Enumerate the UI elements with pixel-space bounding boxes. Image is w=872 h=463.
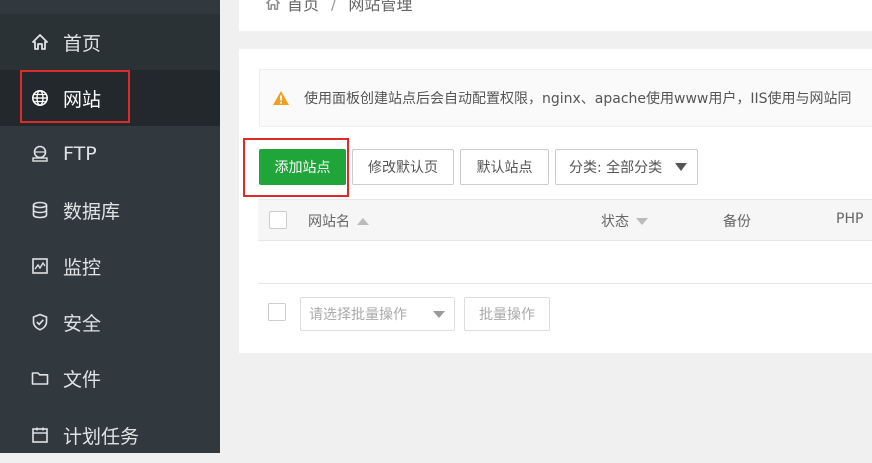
- column-backup: 备份: [723, 211, 751, 231]
- batch-select-placeholder: 请选择批量操作: [309, 307, 407, 323]
- ftp-icon: [30, 144, 50, 164]
- sidebar-item-monitor[interactable]: 监控: [0, 238, 220, 294]
- home-icon: [265, 0, 281, 11]
- sidebar-item-files[interactable]: 文件: [0, 350, 220, 406]
- breadcrumb-home[interactable]: 首页: [287, 0, 319, 15]
- sidebar-item-database[interactable]: 数据库: [0, 182, 220, 238]
- warning-icon: [272, 90, 290, 106]
- dropdown-arrow-icon: [675, 163, 687, 171]
- breadcrumb: 首页 / 网站管理: [265, 0, 412, 15]
- table-header: 网站名 状态 备份 PHP: [258, 199, 872, 241]
- sidebar: 首页 网站 FTP 数据库 监控 安全 文件 计划任务: [0, 0, 220, 453]
- notice-text: 使用面板创建站点后会自动配置权限，nginx、apache使用www用户，IIS…: [304, 91, 852, 107]
- sidebar-item-ftp[interactable]: FTP: [0, 126, 220, 182]
- batch-select-checkbox[interactable]: [268, 303, 286, 321]
- column-label: 状态: [601, 214, 629, 230]
- sidebar-item-label: 计划任务: [63, 425, 140, 448]
- sidebar-item-label: FTP: [63, 143, 97, 165]
- dropdown-arrow-icon: [433, 311, 445, 318]
- sidebar-item-website[interactable]: 网站: [0, 70, 220, 126]
- breadcrumb-current: 网站管理: [348, 0, 413, 14]
- category-select[interactable]: 分类: 全部分类: [555, 149, 698, 185]
- column-label: 网站名: [308, 214, 350, 230]
- sidebar-item-label: 首页: [63, 32, 102, 55]
- batch-operation-select[interactable]: 请选择批量操作: [300, 297, 455, 331]
- edit-default-page-button[interactable]: 修改默认页: [352, 149, 454, 185]
- select-all-checkbox[interactable]: [269, 211, 287, 229]
- sidebar-item-security[interactable]: 安全: [0, 294, 220, 350]
- column-status[interactable]: 状态: [601, 211, 648, 231]
- column-php: PHP: [836, 211, 863, 227]
- database-icon: [30, 200, 50, 220]
- default-site-button[interactable]: 默认站点: [460, 149, 549, 185]
- notice-banner: 使用面板创建站点后会自动配置权限，nginx、apache使用www用户，IIS…: [259, 69, 872, 127]
- sort-desc-icon: [636, 217, 648, 225]
- calendar-icon: [30, 425, 50, 445]
- breadcrumb-bar: 首页 / 网站管理: [239, 0, 872, 31]
- sidebar-item-cron[interactable]: 计划任务: [0, 407, 220, 463]
- sidebar-item-label: 数据库: [63, 200, 121, 223]
- add-site-button[interactable]: 添加站点: [259, 149, 346, 185]
- site-management-panel: 使用面板创建站点后会自动配置权限，nginx、apache使用www用户，IIS…: [239, 49, 872, 353]
- sort-asc-icon: [357, 217, 369, 225]
- sidebar-item-home[interactable]: 首页: [0, 14, 220, 70]
- sidebar-item-label: 安全: [63, 312, 102, 335]
- column-site-name[interactable]: 网站名: [308, 211, 369, 231]
- globe-icon: [30, 88, 50, 108]
- category-select-value: 分类: 全部分类: [569, 160, 663, 176]
- monitor-icon: [30, 256, 50, 276]
- column-label: PHP: [836, 211, 864, 227]
- table-body-empty: [258, 241, 872, 284]
- breadcrumb-separator: /: [331, 0, 337, 13]
- column-label: 备份: [723, 214, 751, 230]
- sidebar-item-label: 监控: [63, 256, 102, 279]
- home-icon: [30, 32, 50, 52]
- folder-icon: [30, 368, 50, 388]
- batch-operation-button[interactable]: 批量操作: [464, 297, 550, 331]
- sidebar-item-label: 文件: [63, 368, 102, 391]
- sidebar-item-label: 网站: [63, 88, 102, 111]
- shield-icon: [30, 312, 50, 332]
